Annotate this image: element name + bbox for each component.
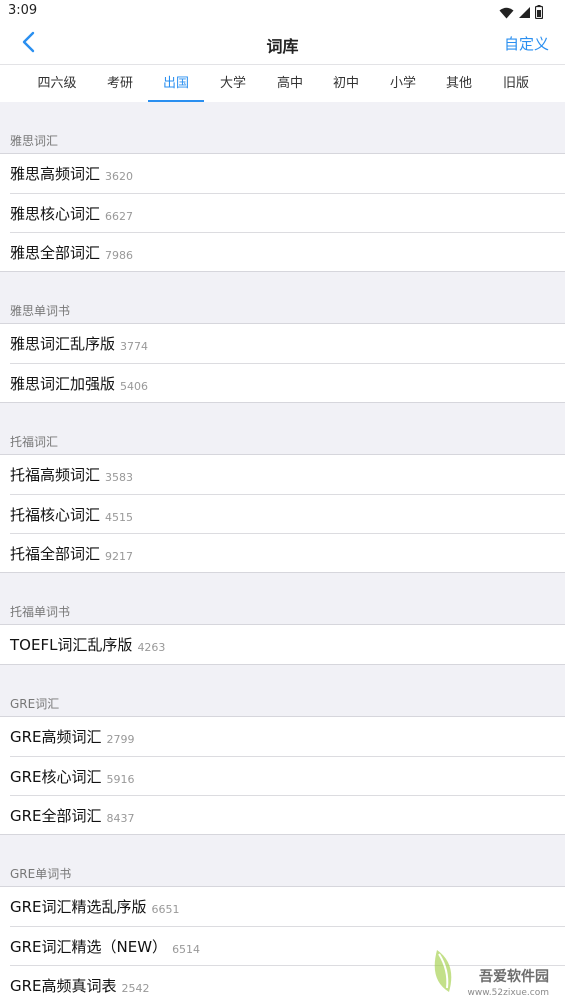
page-title: 词库 xyxy=(266,37,299,56)
wordbook-name: 雅思核心词汇 xyxy=(10,204,101,223)
tab-7[interactable]: 其他 xyxy=(431,65,487,102)
wordbook-name: 托福核心词汇 xyxy=(10,505,101,524)
custom-button[interactable]: 自定义 xyxy=(504,33,549,54)
tab-5[interactable]: 初中 xyxy=(318,65,374,102)
wordbook-item[interactable]: GRE词汇精选乱序版 6651 xyxy=(10,887,565,926)
wordbook-name: GRE词汇精选乱序版 xyxy=(10,898,147,916)
chevron-left-icon xyxy=(21,31,35,57)
tab-1[interactable]: 考研 xyxy=(92,65,148,102)
wordbook-item[interactable]: GRE词汇精选（NEW） 6514 xyxy=(10,926,565,965)
section-header: GRE词汇 xyxy=(10,697,60,711)
word-count: 7986 xyxy=(105,248,134,262)
tab-6[interactable]: 小学 xyxy=(375,65,431,102)
section-list: 雅思词汇乱序版 3774 雅思词汇加强版 5406 xyxy=(0,323,565,403)
word-count: 8437 xyxy=(106,811,135,825)
wordbook-item[interactable]: 雅思核心词汇 6627 xyxy=(10,193,565,232)
tab-8[interactable]: 旧版 xyxy=(488,65,544,102)
wordbook-item[interactable]: 雅思全部词汇 7986 xyxy=(10,232,565,271)
wordbook-name: GRE高频词汇 xyxy=(10,728,102,746)
word-count: 2542 xyxy=(121,981,150,995)
wordbook-item[interactable]: 托福高频词汇 3583 xyxy=(10,455,565,494)
wordbook-name: GRE核心词汇 xyxy=(10,767,102,786)
word-count: 4515 xyxy=(105,510,134,524)
word-count: 6514 xyxy=(172,942,201,956)
wordbook-item[interactable]: GRE核心词汇 5916 xyxy=(10,756,565,795)
word-count: 5916 xyxy=(106,772,135,786)
wordbook-item[interactable]: 托福核心词汇 4515 xyxy=(10,494,565,533)
status-time: 3:09 xyxy=(8,3,38,18)
word-count: 3774 xyxy=(120,340,149,353)
section-list: GRE高频词汇 2799 GRE核心词汇 5916 GRE全部词汇 8437 xyxy=(0,716,565,835)
wordbook-name: GRE高频真词表 xyxy=(10,976,117,995)
wordbook-name: 托福高频词汇 xyxy=(10,466,101,484)
section-list: TOEFL词汇乱序版 4263 xyxy=(0,624,565,665)
section-list: 雅思高频词汇 3620 雅思核心词汇 6627 雅思全部词汇 7986 xyxy=(0,153,565,272)
word-count: 9217 xyxy=(105,549,134,563)
tab-0[interactable]: 四六级 xyxy=(29,65,85,102)
wordbook-list: 雅思词汇 雅思高频词汇 3620 雅思核心词汇 6627 雅思全部词汇 7986 雅思单词书雅… xyxy=(0,102,565,1004)
status-bar: 3:09 xyxy=(0,0,565,24)
section-list: GRE词汇精选乱序版 6651 GRE词汇精选（NEW） 6514 GRE高频真词表 25… xyxy=(0,886,565,1004)
wordbook-item[interactable]: 雅思词汇乱序版 3774 xyxy=(10,324,565,363)
app-header: 词库 自定义 xyxy=(0,24,565,64)
word-count: 2799 xyxy=(106,733,135,746)
wordbook-name: TOEFL词汇乱序版 xyxy=(10,636,133,654)
word-count: 6627 xyxy=(105,209,134,223)
section-header: 托福单词书 xyxy=(10,605,71,619)
word-count: 4263 xyxy=(137,641,166,654)
wordbook-name: 雅思全部词汇 xyxy=(10,243,101,262)
back-button[interactable] xyxy=(14,30,42,58)
word-count: 5406 xyxy=(120,379,149,393)
wordbook-name: 雅思词汇加强版 xyxy=(10,374,116,393)
section-header: GRE单词书 xyxy=(10,867,72,881)
wordbook-item[interactable]: GRE全部词汇 8437 xyxy=(10,795,565,834)
section-list: 托福高频词汇 3583 托福核心词汇 4515 托福全部词汇 9217 xyxy=(0,454,565,573)
tab-3[interactable]: 大学 xyxy=(205,65,261,102)
section-header: 雅思单词书 xyxy=(10,304,71,318)
word-count: 6651 xyxy=(151,903,180,916)
wordbook-item[interactable]: 雅思高频词汇 3620 xyxy=(10,154,565,193)
word-count: 3583 xyxy=(105,471,134,484)
wordbook-name: GRE词汇精选（NEW） xyxy=(10,937,168,956)
battery-icon xyxy=(534,4,544,23)
wordbook-item[interactable]: TOEFL词汇乱序版 4263 xyxy=(10,625,565,664)
wordbook-item[interactable]: 雅思词汇加强版 5406 xyxy=(10,363,565,402)
wordbook-name: 雅思词汇乱序版 xyxy=(10,335,116,353)
tab-4[interactable]: 高中 xyxy=(262,65,318,102)
tab-2[interactable]: 出国 xyxy=(148,65,204,102)
wordbook-name: 托福全部词汇 xyxy=(10,544,101,563)
signal-icon xyxy=(518,4,531,23)
wordbook-item[interactable]: GRE高频词汇 2799 xyxy=(10,717,565,756)
section-header: 雅思词汇 xyxy=(10,134,59,148)
category-tabs: 四六级 考研 出国 大学 高中 初中 小学 其他 旧版 xyxy=(0,64,565,102)
word-count: 3620 xyxy=(105,170,134,183)
wordbook-item[interactable]: 托福全部词汇 9217 xyxy=(10,533,565,572)
wordbook-name: GRE全部词汇 xyxy=(10,806,102,825)
wordbook-item[interactable]: GRE高频真词表 2542 xyxy=(10,965,565,1004)
wordbook-name: 雅思高频词汇 xyxy=(10,165,101,183)
status-icons xyxy=(499,4,544,23)
section-header: 托福词汇 xyxy=(10,435,59,449)
wifi-icon xyxy=(499,4,514,23)
